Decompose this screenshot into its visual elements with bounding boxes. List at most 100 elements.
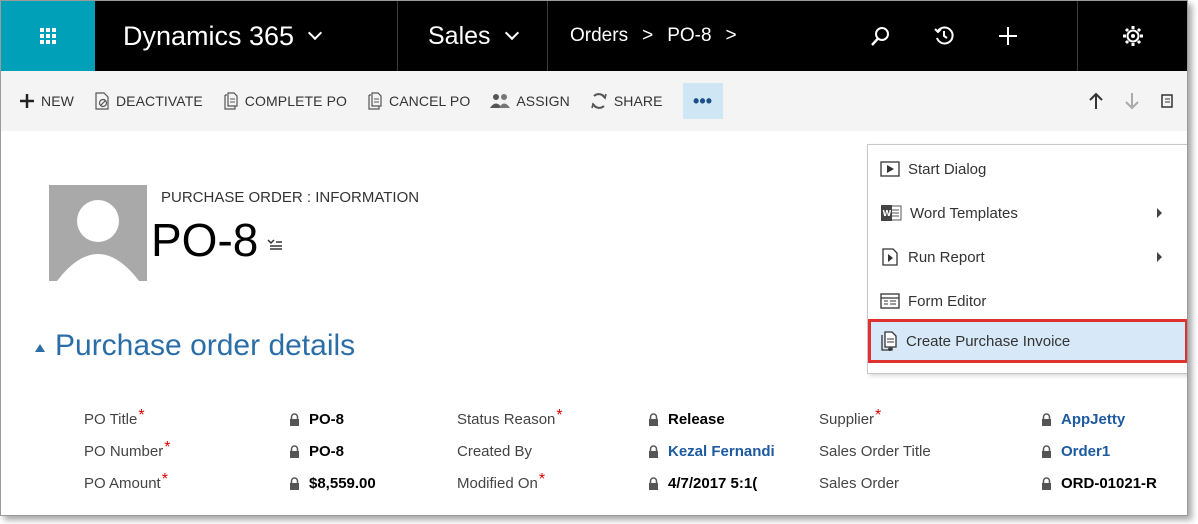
field-row: PO Title* PO-8 Status Reason* Release Su… — [1, 407, 1187, 441]
complete-po-button[interactable]: COMPLETE PO — [213, 71, 357, 131]
submenu-arrow-icon — [1157, 252, 1162, 262]
field-label: Sales Order — [819, 475, 900, 492]
lock-icon — [1042, 413, 1051, 426]
menu-item-label: Word Templates — [910, 204, 1018, 222]
field-value-created-by[interactable]: Kezal Fernandi — [648, 443, 815, 460]
arrow-down-icon[interactable] — [1125, 92, 1139, 110]
command-bar: NEW DEACTIVATE COMPLETE PO CANCEL PO ASS… — [1, 71, 1187, 131]
cancel-po-button[interactable]: CANCEL PO — [357, 71, 480, 131]
plus-icon — [20, 94, 34, 108]
field-label: Created By — [457, 443, 533, 460]
field-value-po-title: PO-8 — [289, 411, 344, 428]
area-name: Sales — [428, 21, 491, 50]
lock-icon — [290, 477, 299, 490]
lock-icon — [649, 477, 658, 490]
chevron-down-icon — [308, 25, 323, 41]
document-icon — [224, 92, 238, 110]
form-selector-icon[interactable] — [267, 237, 283, 251]
breadcrumb-chevron-right-icon[interactable]: > — [726, 25, 737, 47]
field-label: Modified On* — [457, 471, 546, 492]
nav-icon-group — [848, 1, 1187, 71]
field-label: PO Title* — [84, 407, 145, 428]
lock-icon — [1042, 445, 1051, 458]
field-value-modified-on: 4/7/2017 5:1( — [648, 475, 815, 492]
assign-label: ASSIGN — [516, 93, 570, 109]
search-button[interactable] — [848, 1, 912, 71]
form-editor-icon — [880, 293, 900, 309]
field-label: PO Amount* — [84, 471, 168, 492]
record-title: PO-8 — [151, 214, 259, 266]
app-launcher-icon — [40, 28, 56, 44]
area-switcher[interactable]: Sales — [398, 1, 548, 71]
assign-button[interactable]: ASSIGN — [480, 71, 580, 131]
breadcrumb-entity[interactable]: Orders — [570, 25, 628, 47]
person-placeholder-icon — [57, 200, 139, 281]
menu-item-label: Start Dialog — [908, 160, 987, 178]
gear-icon — [1122, 26, 1143, 46]
more-commands-icon: ••• — [692, 90, 713, 111]
recent-button[interactable] — [912, 1, 976, 71]
field-value-status-reason: Release — [648, 411, 808, 428]
menu-item-word-templates[interactable]: W Word Templates — [868, 191, 1187, 235]
search-icon — [871, 27, 889, 46]
arrow-up-icon[interactable] — [1089, 92, 1103, 110]
field-label: Status Reason* — [457, 407, 563, 428]
new-label: NEW — [41, 93, 74, 109]
people-icon — [490, 94, 511, 108]
section-title: Purchase order details — [55, 329, 356, 362]
breadcrumb-record[interactable]: PO-8 — [667, 25, 711, 47]
invoice-icon — [881, 331, 897, 351]
submenu-arrow-icon — [1157, 208, 1162, 218]
settings-button[interactable] — [1077, 1, 1187, 71]
share-label: SHARE — [613, 93, 663, 109]
entity-form-label: PURCHASE ORDER : INFORMATION — [161, 189, 420, 206]
field-value-po-number: PO-8 — [289, 443, 344, 460]
section-header[interactable]: Purchase order details — [35, 329, 355, 363]
menu-item-label: Run Report — [908, 248, 985, 266]
breadcrumb: Orders > PO-8 > — [548, 1, 848, 71]
app-switcher[interactable]: Dynamics 365 — [95, 1, 398, 71]
field-row: PO Amount* $8,559.00 Modified On* 4/7/20… — [1, 471, 1187, 505]
lock-icon — [649, 445, 658, 458]
menu-item-run-report[interactable]: Run Report — [868, 235, 1187, 279]
dialog-icon — [880, 161, 900, 177]
app-launcher-button[interactable] — [1, 1, 95, 71]
expand-icon[interactable] — [1161, 93, 1175, 109]
field-label: Sales Order Title — [819, 443, 931, 460]
history-icon — [934, 26, 954, 45]
lock-icon — [649, 413, 658, 426]
breadcrumb-separator: > — [642, 25, 654, 46]
menu-item-create-purchase-invoice[interactable]: Create Purchase Invoice — [868, 319, 1187, 363]
deactivate-button[interactable]: DEACTIVATE — [84, 71, 213, 131]
svg-text:W: W — [883, 209, 892, 218]
word-icon: W — [881, 205, 902, 221]
field-label: PO Number* — [84, 439, 171, 460]
cancel-po-label: CANCEL PO — [389, 93, 471, 109]
lock-icon — [290, 413, 299, 426]
plus-icon — [999, 27, 1017, 45]
more-commands-button[interactable]: ••• — [682, 83, 723, 119]
field-value-supplier[interactable]: AppJetty — [1041, 411, 1125, 428]
top-navigation-bar: Dynamics 365 Sales Orders > PO-8 > — [1, 1, 1187, 71]
app-name: Dynamics 365 — [123, 20, 295, 51]
menu-item-label: Form Editor — [908, 292, 987, 310]
document-icon — [368, 92, 382, 110]
field-value-po-amount: $8,559.00 — [289, 475, 376, 492]
record-avatar[interactable] — [49, 185, 147, 281]
menu-item-form-editor[interactable]: Form Editor — [868, 279, 1187, 323]
quick-create-button[interactable] — [976, 1, 1040, 71]
more-commands-menu: Start Dialog W Word Templates Run Report… — [867, 144, 1187, 374]
chevron-down-icon — [504, 25, 519, 41]
lock-icon — [290, 445, 299, 458]
field-value-sales-order-title[interactable]: Order1 — [1041, 443, 1110, 460]
field-value-sales-order: ORD-01021-R — [1041, 475, 1187, 492]
share-button[interactable]: SHARE — [580, 71, 673, 131]
new-button[interactable]: NEW — [1, 71, 84, 131]
complete-po-label: COMPLETE PO — [244, 93, 348, 109]
field-label: Supplier* — [819, 407, 882, 428]
menu-item-start-dialog[interactable]: Start Dialog — [868, 147, 1187, 191]
lock-icon — [1042, 477, 1051, 490]
collapse-triangle-icon — [35, 344, 45, 352]
menu-item-label: Create Purchase Invoice — [906, 332, 1071, 350]
deactivate-label: DEACTIVATE — [115, 93, 203, 109]
